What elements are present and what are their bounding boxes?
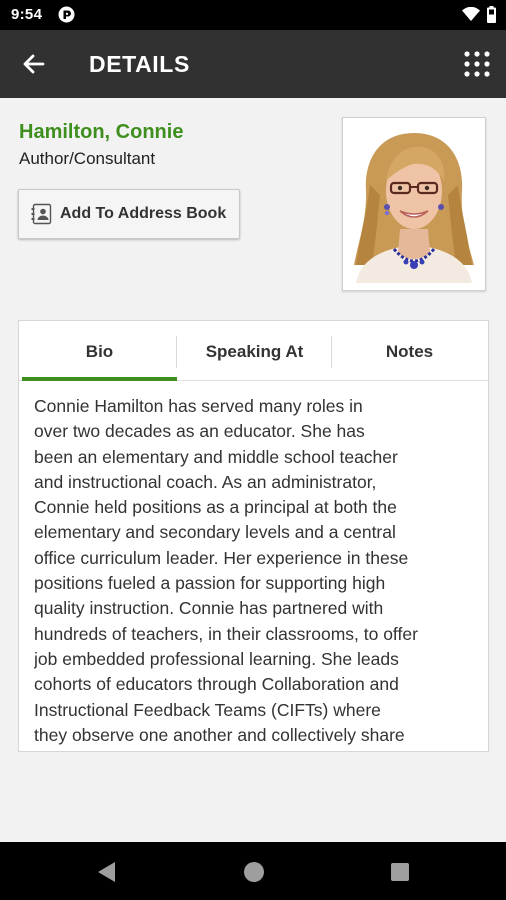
bio-line: Instructional Feedback Teams (CIFTs) whe… [34,699,381,720]
bio-line: over two decades as an educator. She has [34,421,365,442]
speaker-photo-frame [342,117,486,291]
speaker-role: Author/Consultant [19,149,156,168]
bio-line: Connie held positions as a principal at … [34,497,397,518]
speaker-tabs-card: Bio Speaking At Notes Connie Hamilton ha… [18,320,489,752]
speaker-name: Hamilton, Connie [19,121,184,143]
bio-line: job embedded professional learning. She … [34,648,399,669]
speaker-photo [350,125,478,283]
bio-line: they observe one another and collectivel… [34,724,405,745]
bio-line: been an elementary and middle school tea… [34,446,398,467]
bio-line: cohorts of educators through Collaborati… [34,674,399,695]
pocket-app-icon [58,6,75,23]
status-time: 9:54 [11,6,43,23]
wifi-icon [462,7,480,21]
selected-tab-indicator [22,377,177,381]
nav-back-triangle-icon[interactable] [96,861,116,883]
bio-line: elementary and secondary levels and a ce… [34,522,396,543]
nav-home-circle-icon[interactable] [243,861,265,883]
tab-notes[interactable]: Notes [332,321,487,381]
app-bar: DETAILS [0,30,506,98]
add-to-address-book-button[interactable]: Add To Address Book [18,189,240,239]
bio-line: quality instruction. Connie has partnere… [34,598,384,619]
add-to-address-book-label: Add To Address Book [60,205,227,222]
grid-menu-icon[interactable] [464,51,490,77]
battery-icon [487,6,496,23]
bio-line: hundreds of teachers, in their classroom… [34,623,418,644]
nav-recents-square-icon[interactable] [390,862,410,882]
bio-line: positions fueled a passion for supportin… [34,573,386,594]
arrow-back-icon[interactable] [20,50,48,78]
tab-speaking-at[interactable]: Speaking At [177,321,332,381]
status-bar: 9:54 [0,0,506,30]
bio-text[interactable]: Connie Hamilton has served many roles in… [34,394,479,746]
contact-card-icon [31,203,52,225]
page-title: DETAILS [89,51,190,77]
system-nav-bar [0,842,506,900]
bio-line: Connie Hamilton has served many roles in [34,396,363,416]
bio-line: office curriculum leader. Her experience… [34,547,409,568]
tab-bio[interactable]: Bio [22,321,177,381]
bio-line: and instructional coach. As an administr… [34,471,377,492]
details-content: Hamilton, Connie Author/Consultant Add T… [0,98,506,842]
tab-bar: Bio Speaking At Notes [19,321,488,381]
